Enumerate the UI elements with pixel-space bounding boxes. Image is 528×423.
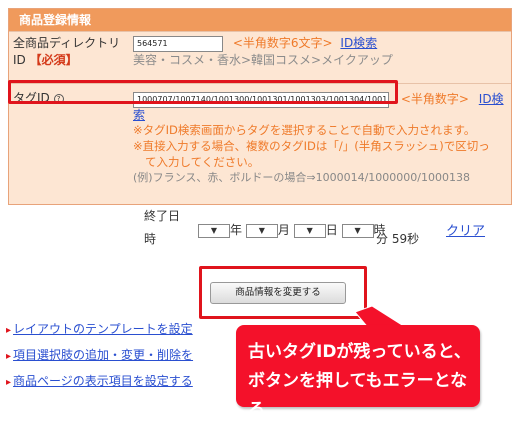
- tag-id-highlight-box: [8, 80, 398, 104]
- directory-id-search-link[interactable]: ID検索: [340, 36, 377, 50]
- arrow-icon: ▸: [6, 351, 12, 362]
- month-select[interactable]: ▼: [245, 223, 278, 238]
- tag-id-search-link-wrap[interactable]: 索: [133, 108, 505, 122]
- schedule-row: 終了日 時 ▼ 年 ▼ 月 ▼ 日 ▼ 時 分 59秒 クリア: [124, 209, 512, 246]
- schedule-partial-label: 終了日: [144, 209, 181, 223]
- callout-line-1: 古いタグIDが残っていると、: [248, 342, 471, 362]
- clear-link[interactable]: クリア: [446, 220, 485, 239]
- item-options-link[interactable]: 項目選択肢の追加・変更・削除を: [13, 348, 193, 362]
- settings-links: ▸ レイアウトのテンプレートを設定 ▸ 項目選択肢の追加・変更・削除を ▸ 商品ページ…: [6, 316, 193, 394]
- list-item[interactable]: ▸ レイアウトのテンプレートを設定: [6, 316, 193, 342]
- required-badge: 【必須】: [29, 53, 78, 67]
- directory-id-input[interactable]: 564571: [133, 35, 223, 52]
- schedule-hour-label: 時: [144, 232, 157, 246]
- year-select[interactable]: ▼: [198, 223, 230, 238]
- directory-id-hint: <半角数字6文字>: [232, 36, 333, 50]
- tag-note-manual: ※直接入力する場合、複数のタグIDは「/」(半角スラッシュ)で区切っ: [133, 139, 490, 153]
- tag-note-auto: ※タグID検索画面からタグを選択することで自動で入力されます。: [133, 123, 476, 137]
- tag-id-hint: <半角数字>: [400, 92, 469, 106]
- update-product-button[interactable]: 商品情報を変更する: [210, 282, 346, 304]
- layout-template-link[interactable]: レイアウトのテンプレートを設定: [13, 322, 193, 336]
- directory-id-row: 全商品ディレクトリ ID 【必須】 564571 <半角数字6文字> ID検索 …: [9, 31, 511, 83]
- schedule-selects: ▼ 年 ▼ 月 ▼ 日 ▼ 時: [198, 221, 386, 238]
- panel-title: 商品登録情報: [9, 9, 511, 31]
- arrow-icon: ▸: [6, 377, 12, 388]
- product-info-panel: 商品登録情報 全商品ディレクトリ ID 【必須】 564571 <半角数字6文字…: [8, 8, 512, 205]
- day-select[interactable]: ▼: [293, 223, 326, 238]
- callout-line-2: ボタンを押してもエラーとなる: [248, 371, 468, 420]
- tag-example: (例)フランス、赤、ボルドーの場合⇒1000014/1000000/100013…: [133, 171, 470, 184]
- directory-path: 美容・コスメ・香水>韓国コスメ>メイクアップ: [133, 53, 393, 67]
- hour-select[interactable]: ▼: [341, 223, 374, 238]
- schedule-minute-second: 分 59秒: [376, 232, 420, 246]
- product-page-display-link[interactable]: 商品ページの表示項目を設定する: [13, 374, 193, 388]
- directory-id-value: 564571 <半角数字6文字> ID検索 美容・コスメ・香水>韓国コスメ>メイ…: [127, 32, 511, 83]
- tag-note-manual-cont: て入力してください。: [145, 155, 260, 169]
- warning-callout: 古いタグIDが残っていると、 ボタンを押してもエラーとなる: [236, 325, 480, 420]
- directory-id-label: 全商品ディレクトリ ID 【必須】: [9, 32, 127, 83]
- list-item[interactable]: ▸ 項目選択肢の追加・変更・削除を: [6, 342, 193, 368]
- tag-id-search-link[interactable]: ID検: [479, 92, 504, 106]
- list-item[interactable]: ▸ 商品ページの表示項目を設定する: [6, 368, 193, 394]
- arrow-icon: ▸: [6, 325, 12, 336]
